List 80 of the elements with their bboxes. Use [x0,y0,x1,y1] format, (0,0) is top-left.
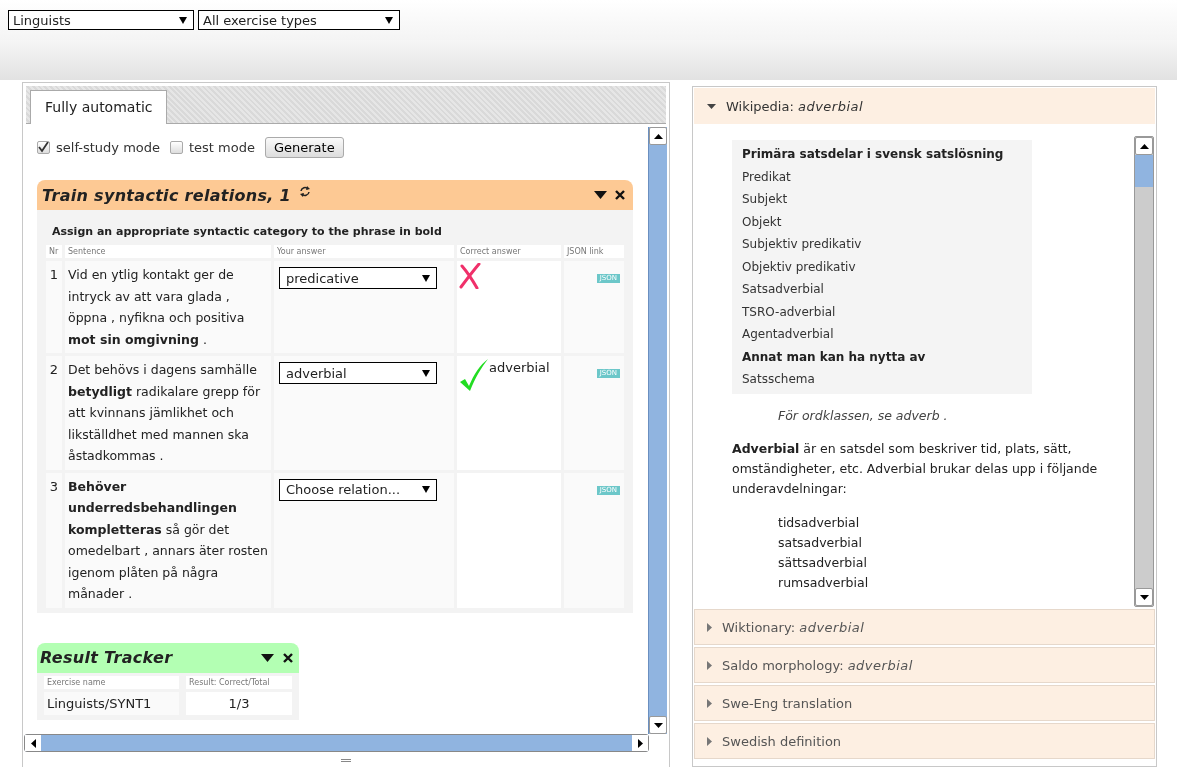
scroll-thumb[interactable] [1135,155,1153,187]
scroll-left-icon[interactable] [30,738,36,748]
vertical-scrollbar[interactable] [648,127,667,734]
exercise-title: Train syntactic relations, 1 [42,185,291,205]
accordion-header[interactable]: Wiktionary: adverbial [694,609,1155,645]
accordion-header[interactable]: Swedish definition [694,723,1155,759]
close-icon[interactable] [615,190,625,200]
article-paragraph: Adverbial är en satsdel som beskriver tid, plats, sätt, omständigheter, etc. Adverbial brukar delas upp i följande underavdelningar: [732,439,1099,498]
infobox-link[interactable]: Predikat [742,165,1022,188]
infobox-link[interactable]: Agentadverbial [742,323,1022,346]
answer-dropdown[interactable]: adverbial [279,362,437,384]
resize-grip-icon[interactable] [341,758,351,762]
filter-dropdown[interactable]: All exercise types [198,10,400,30]
column-header: Result: Correct/Total [186,675,292,689]
scroll-down-icon[interactable] [653,722,663,728]
accordion-header[interactable]: Wikipedia: adverbial [694,88,1155,124]
list-item: satsadverbial [778,533,863,552]
accordion-header[interactable]: Saldo morphology: adverbial [694,647,1155,683]
collapsed-arrow-icon [707,698,712,708]
caret-icon [179,16,187,24]
vertical-scrollbar[interactable] [1134,136,1154,607]
collapse-icon[interactable] [261,653,274,662]
collapsed-arrow-icon [707,736,712,746]
row-number: 3 [46,472,62,608]
row-number: 1 [46,261,62,353]
infobox-link[interactable]: Subjektiv predikativ [742,233,1022,256]
scroll-up-icon[interactable] [1139,143,1149,149]
infobox-link[interactable]: Objekt [742,210,1022,233]
infobox-link[interactable]: Objektiv predikativ [742,255,1022,278]
answer-dropdown[interactable]: predicative [279,267,437,289]
scroll-right-icon[interactable] [637,738,643,748]
answer-dropdown[interactable]: Choose relation... [279,478,437,501]
sentence-cell: Behöver underredsbehandlingen kompletteras så gör det omedelbart , annars äter rosten igenom plåten på några månader . [65,472,271,608]
checkbox[interactable] [170,141,183,154]
caret-icon [385,16,393,24]
infobox-link[interactable]: Satsadverbial [742,278,1022,301]
column-header: Exercise name [44,675,180,689]
horizontal-scrollbar[interactable] [24,734,649,752]
collapsed-arrow-icon [707,622,712,632]
list-item: sättsadverbial [778,553,868,572]
tracker-title: Result Tracker [40,648,173,667]
scroll-down-icon[interactable] [1139,594,1149,600]
tab[interactable]: Fully automatic [30,90,168,124]
column-header: Nr [46,245,62,258]
generate-button[interactable]: Generate [264,137,344,158]
column-header: Sentence [65,245,271,258]
caret-icon [422,369,430,377]
checkbox-label: self-study mode [56,140,160,155]
sentence-cell: Det behövs i dagens samhälle betydligt radikalare grepp för att kvinnans jämlikhet och likställdhet med mannen ska åstadkommas . [65,356,271,470]
close-icon[interactable] [283,652,293,663]
infobox-heading: Primära satsdelar i svensk satslösning [742,146,1005,163]
column-header: Your answer [274,245,454,258]
instruction-text: Assign an appropriate syntactic category to the phrase in bold [51,224,443,240]
hatnote: För ordklassen, se adverb . [778,407,949,423]
checkbox[interactable] [37,141,50,154]
filter-dropdown[interactable]: Linguists [8,10,194,30]
accordion-header[interactable]: Swe-Eng translation [694,685,1155,721]
checkmark-icon [459,358,489,392]
row-number: 2 [46,356,62,470]
scroll-up-icon[interactable] [653,133,663,139]
collapse-icon[interactable] [594,191,607,199]
result-cell: 1/3 [186,691,292,715]
infobox-link[interactable]: Subjekt [742,188,1022,211]
list-item: tidsadverbial [778,513,861,532]
checkbox-label: test mode [189,140,255,155]
exercise-name-cell: Linguists/SYNT1 [44,691,180,715]
correct-answer: adverbial [489,360,550,375]
infobox-link[interactable]: Satsschema [742,368,1022,391]
caret-icon [422,486,430,493]
cross-icon [459,263,481,289]
infobox-heading: Annat man kan ha nytta av [742,348,927,366]
caret-icon [422,274,430,282]
expanded-arrow-icon [707,103,716,109]
column-header: Correct answer [457,245,561,258]
infobox-link[interactable]: TSRO-adverbial [742,300,1022,323]
list-item: rumsadverbial [778,573,870,592]
column-header: JSON link [564,245,624,258]
sentence-cell: Vid en ytlig kontakt ger de intryck av att vara glada , öppna , nyfikna och positiva mot sin omgivning . [65,261,271,353]
refresh-icon[interactable] [299,185,311,197]
collapsed-arrow-icon [707,660,712,670]
